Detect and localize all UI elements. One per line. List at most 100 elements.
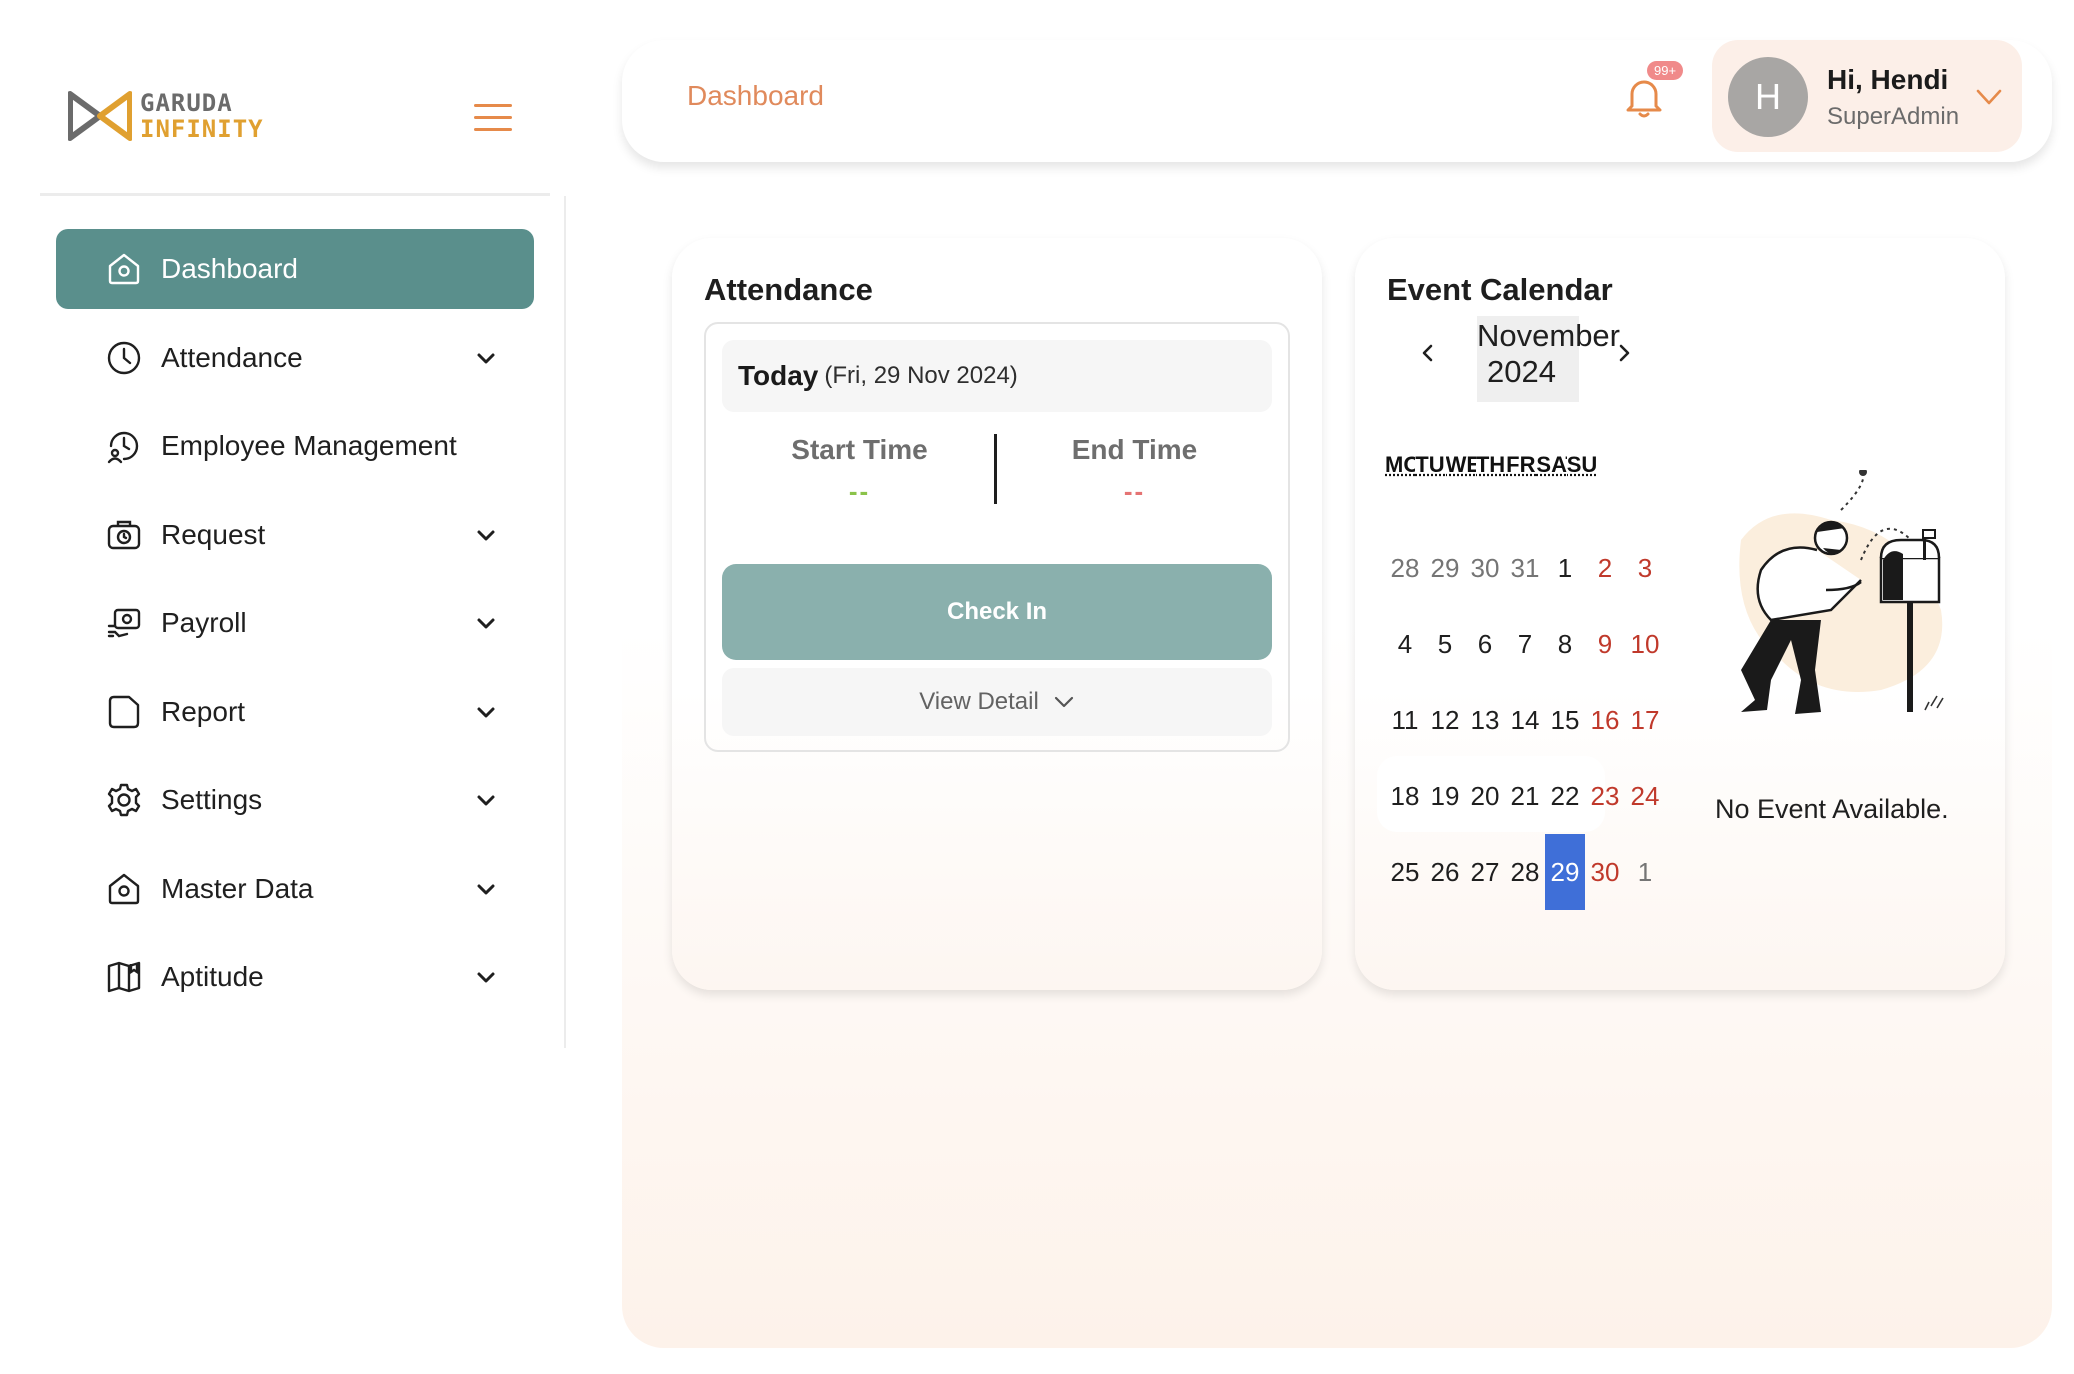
sidebar-item-request[interactable]: Request [56, 495, 534, 575]
calendar-day[interactable]: 21 [1505, 758, 1545, 834]
sidebar-menu: Dashboard Attendance Employee Management… [56, 229, 534, 1026]
calendar-weekdays: MON TUE WED THU FRI SAT SUN [1385, 452, 1597, 492]
sidebar-item-label: Master Data [161, 872, 314, 904]
start-time-value: -- [848, 476, 871, 506]
sidebar-divider [40, 193, 550, 196]
chevron-down-icon [477, 353, 495, 363]
calendar-day[interactable]: 1 [1545, 530, 1585, 606]
sidebar-item-aptitude[interactable]: Aptitude [56, 937, 534, 1017]
sidebar-item-label: Dashboard [161, 253, 298, 284]
calendar-day[interactable]: 18 [1385, 758, 1425, 834]
chevron-down-icon [477, 795, 495, 806]
chevron-right-icon[interactable] [1611, 340, 1637, 366]
calendar-day[interactable]: 30 [1465, 530, 1505, 606]
calendar-day[interactable]: 12 [1425, 682, 1465, 758]
sidebar-item-label: Employee Management [161, 430, 457, 461]
calendar-day[interactable]: 15 [1545, 682, 1585, 758]
chevron-left-icon[interactable] [1415, 340, 1441, 366]
calendar-weeks: 28 29 30 31 1 2 3 4 5 6 7 8 9 10 11 12 1… [1385, 530, 1665, 910]
calendar-day[interactable]: 22 [1545, 758, 1585, 834]
sidebar-item-employee-management[interactable]: Employee Management [56, 406, 534, 486]
calendar-day[interactable]: 28 [1505, 834, 1545, 910]
calendar-day[interactable]: 26 [1425, 834, 1465, 910]
chevron-down-icon [1054, 696, 1073, 708]
calendar-day[interactable]: 25 [1385, 834, 1425, 910]
calendar-day[interactable]: 27 [1465, 834, 1505, 910]
chevron-down-icon [477, 972, 495, 983]
attendance-title: Attendance [704, 272, 873, 307]
end-time-value: -- [1123, 476, 1146, 506]
user-greeting: Hi, Hendi [1827, 64, 1949, 95]
time-summary: Start Time -- End Time -- [722, 434, 1272, 514]
calendar-day[interactable]: 10 [1625, 606, 1665, 682]
breadcrumb[interactable]: Dashboard [687, 80, 824, 112]
calendar-day[interactable]: 20 [1465, 758, 1505, 834]
sidebar: GARUDA INFINITY Dashboard Attendance Emp… [0, 0, 566, 1374]
weekday-sun: SUN [1566, 452, 1597, 477]
attendance-panel: Today (Fri, 29 Nov 2024) Start Time -- E… [704, 322, 1290, 752]
check-in-button[interactable]: Check In [722, 564, 1272, 660]
chevron-down-icon [1976, 89, 2002, 105]
brand-name: GARUDA INFINITY [140, 90, 264, 142]
calendar-day[interactable]: 16 [1585, 682, 1625, 758]
calendar-day[interactable]: 7 [1505, 606, 1545, 682]
attendance-card: Attendance Today (Fri, 29 Nov 2024) Star… [672, 238, 1322, 990]
book-icon [104, 957, 144, 997]
today-row: Today (Fri, 29 Nov 2024) [722, 340, 1272, 412]
view-detail-button[interactable]: View Detail [722, 668, 1272, 736]
weekday-sat: SAT [1536, 452, 1566, 477]
end-time: End Time -- [997, 434, 1272, 507]
calendar-day[interactable]: 19 [1425, 758, 1465, 834]
sidebar-item-label: Payroll [161, 607, 247, 638]
sidebar-item-attendance[interactable]: Attendance [56, 318, 534, 398]
user-profile-menu[interactable]: H Hi, Hendi SuperAdmin [1712, 40, 2022, 152]
weekday-fri: FRI [1506, 452, 1536, 477]
calendar-day[interactable]: 1 [1625, 834, 1665, 910]
calendar-day[interactable]: 3 [1625, 530, 1665, 606]
weekday-mon: MON [1385, 452, 1416, 477]
gear-icon [104, 780, 144, 820]
calendar-day[interactable]: 23 [1585, 758, 1625, 834]
calendar-day[interactable]: 13 [1465, 682, 1505, 758]
calendar-month-year[interactable]: November 2024 [1477, 316, 1620, 402]
sidebar-item-payroll[interactable]: Payroll [56, 583, 534, 663]
weekday-tue: TUE [1415, 452, 1445, 477]
home-icon [104, 869, 144, 909]
calendar-day[interactable]: 4 [1385, 606, 1425, 682]
calendar-day[interactable]: 6 [1465, 606, 1505, 682]
sidebar-item-master-data[interactable]: Master Data [56, 849, 534, 929]
calendar-week: 11 12 13 14 15 16 17 [1385, 682, 1665, 758]
sidebar-item-report[interactable]: Report [56, 672, 534, 752]
home-icon [104, 249, 144, 289]
calendar-day[interactable]: 24 [1625, 758, 1665, 834]
brand-logo[interactable]: GARUDA INFINITY [68, 90, 264, 142]
calendar-day[interactable]: 5 [1425, 606, 1465, 682]
sidebar-item-dashboard[interactable]: Dashboard [56, 229, 534, 309]
calendar-day[interactable]: 30 [1585, 834, 1625, 910]
calendar-day[interactable]: 28 [1385, 530, 1425, 606]
calendar-day[interactable]: 17 [1625, 682, 1665, 758]
menu-toggle-icon[interactable] [474, 104, 512, 132]
calendar-week: 18 19 20 21 22 23 24 [1385, 758, 1665, 834]
calendar-day[interactable]: 11 [1385, 682, 1425, 758]
calendar-day[interactable]: 14 [1505, 682, 1545, 758]
sidebar-vertical-divider [564, 196, 566, 1048]
calendar-day[interactable]: 9 [1585, 606, 1625, 682]
calendar-day[interactable]: 29 [1425, 530, 1465, 606]
notification-badge: 99+ [1647, 61, 1684, 80]
chevron-down-icon [477, 530, 495, 540]
sidebar-item-settings[interactable]: Settings [56, 760, 534, 840]
weekday-thu: THU [1475, 452, 1506, 477]
user-role: SuperAdmin [1827, 103, 1960, 130]
calendar-week: 28 29 30 31 1 2 3 [1385, 530, 1665, 606]
calendar-day[interactable]: 8 [1545, 606, 1585, 682]
calendar-day-today[interactable]: 29 [1545, 834, 1585, 910]
empty-mailbox-illustration [1739, 470, 1944, 714]
calendar-day[interactable]: 2 [1585, 530, 1625, 606]
sidebar-item-label: Attendance [161, 341, 303, 373]
calendar-day[interactable]: 31 [1505, 530, 1545, 606]
garuda-logo-icon [68, 91, 132, 141]
sidebar-item-label: Report [161, 695, 246, 727]
start-time: Start Time -- [722, 434, 997, 507]
clock-icon [104, 338, 144, 378]
